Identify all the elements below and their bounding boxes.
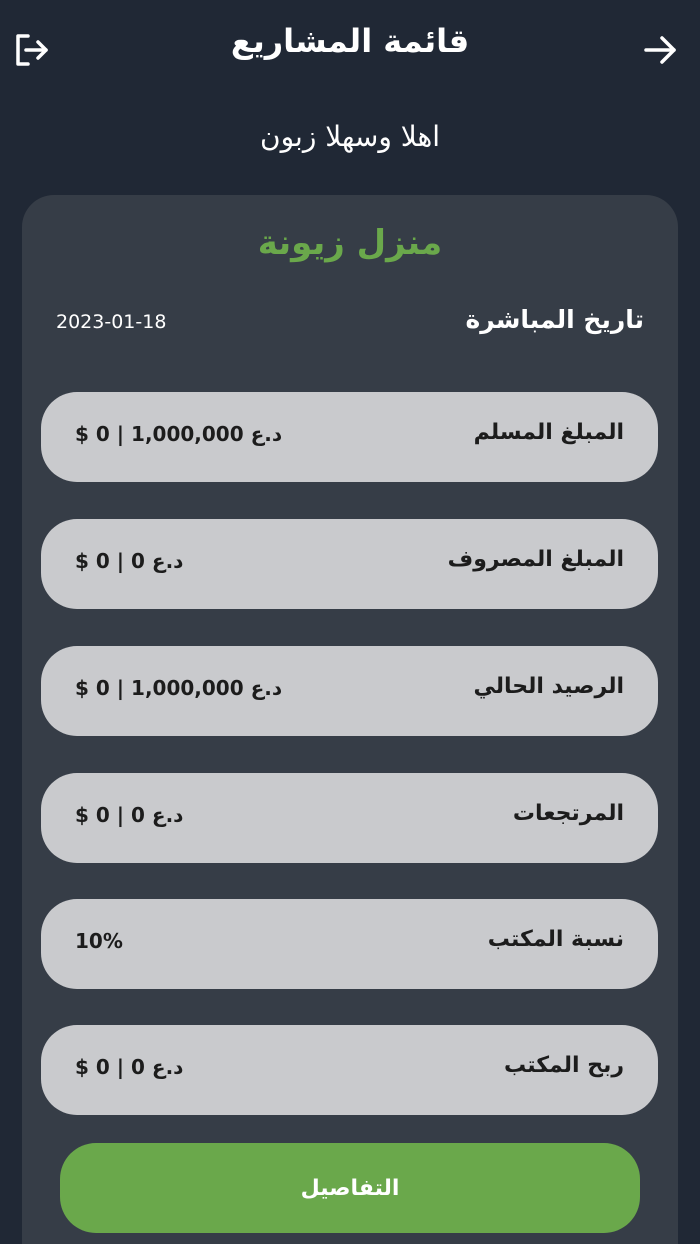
spent-amount-row: المبلغ المصروف $ 0 | 0 د.ع <box>41 519 658 609</box>
arrow-right-icon[interactable] <box>638 28 682 72</box>
row-value: 10% <box>75 929 123 953</box>
office-percentage-row: نسبة المكتب 10% <box>41 899 658 989</box>
returns-row: المرتجعات $ 0 | 0 د.ع <box>41 773 658 863</box>
start-date-label: تاريخ المباشرة <box>465 305 644 334</box>
row-value: $ 0 | 1,000,000 د.ع <box>75 422 283 446</box>
row-label: الرصيد الحالي <box>473 674 624 699</box>
greeting-text: اهلا وسهلا زبون <box>260 120 440 153</box>
row-value: $ 0 | 0 د.ع <box>75 1055 184 1079</box>
project-name: منزل زيونة <box>257 223 443 263</box>
row-value: $ 0 | 0 د.ع <box>75 549 184 573</box>
top-bar: قائمة المشاريع <box>0 0 700 95</box>
current-balance-row: الرصيد الحالي $ 0 | 1,000,000 د.ع <box>41 646 658 736</box>
row-label: ربح المكتب <box>503 1053 624 1078</box>
start-date-value: 2023-01-18 <box>56 311 167 333</box>
row-label: المبلغ المسلم <box>473 420 624 445</box>
row-label: نسبة المكتب <box>487 927 624 952</box>
row-label: المرتجعات <box>512 801 624 826</box>
office-profit-row: ربح المكتب $ 0 | 0 د.ع <box>41 1025 658 1115</box>
row-label: المبلغ المصروف <box>447 547 624 572</box>
details-button[interactable]: التفاصيل <box>60 1143 640 1233</box>
page-title: قائمة المشاريع <box>230 22 470 60</box>
row-value: $ 0 | 0 د.ع <box>75 803 184 827</box>
start-date-row: تاريخ المباشرة 2023-01-18 <box>54 305 644 345</box>
row-value: $ 0 | 1,000,000 د.ع <box>75 676 283 700</box>
delivered-amount-row: المبلغ المسلم $ 0 | 1,000,000 د.ع <box>41 392 658 482</box>
project-card: منزل زيونة تاريخ المباشرة 2023-01-18 الم… <box>22 195 678 1244</box>
